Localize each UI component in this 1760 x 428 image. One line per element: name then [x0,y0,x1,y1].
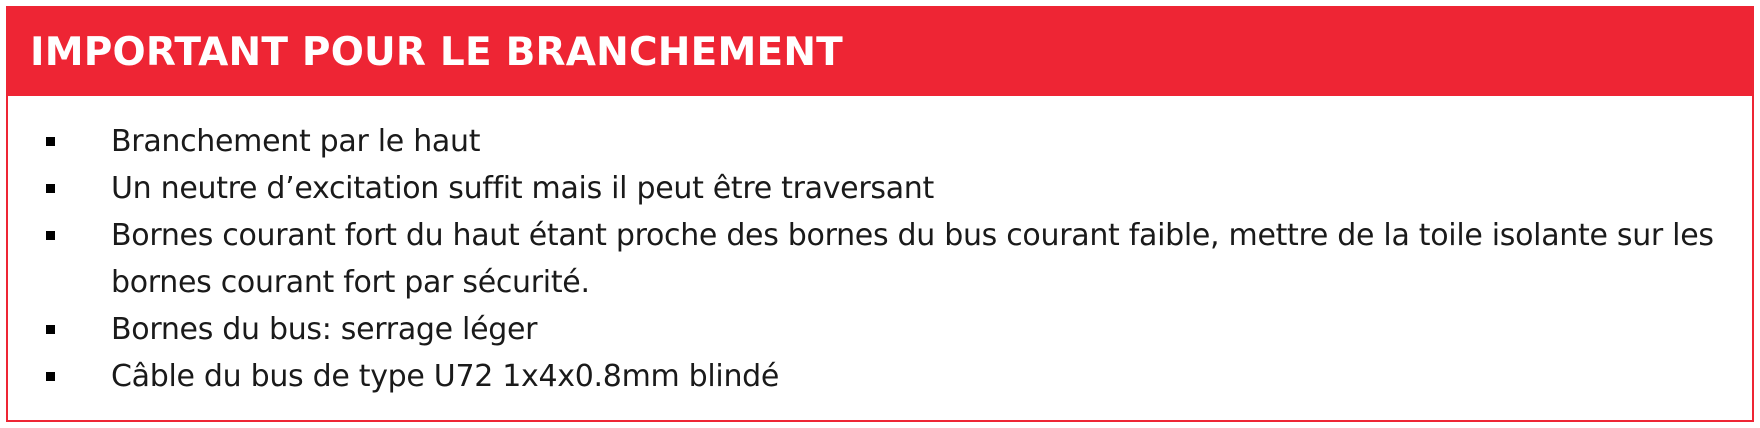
square-bullet-icon [46,372,55,381]
list-item-text: Bornes du bus: serrage léger [111,312,538,347]
list-item-text: Un neutre d’excitation suffit mais il pe… [111,171,934,206]
square-bullet-icon [46,137,55,146]
list-item-text: Branchement par le haut [111,124,481,159]
list-item: Branchement par le haut [46,118,1734,165]
list-item-text: Bornes courant fort du haut étant proche… [111,218,1714,300]
bullet-list: Branchement par le haut Un neutre d’exci… [46,118,1734,400]
list-item: Câble du bus de type U72 1x4x0.8mm blind… [46,353,1734,400]
notice-body: Branchement par le haut Un neutre d’exci… [8,96,1752,400]
list-item: Bornes du bus: serrage léger [46,306,1734,353]
list-item-text: Câble du bus de type U72 1x4x0.8mm blind… [111,359,780,394]
connection-notice-box: IMPORTANT POUR LE BRANCHEMENT Branchemen… [6,6,1754,422]
square-bullet-icon [46,184,55,193]
list-item: Bornes courant fort du haut étant proche… [46,212,1734,306]
notice-title: IMPORTANT POUR LE BRANCHEMENT [30,29,843,75]
list-item: Un neutre d’excitation suffit mais il pe… [46,165,1734,212]
notice-header: IMPORTANT POUR LE BRANCHEMENT [8,8,1752,96]
square-bullet-icon [46,325,55,334]
square-bullet-icon [46,231,55,240]
